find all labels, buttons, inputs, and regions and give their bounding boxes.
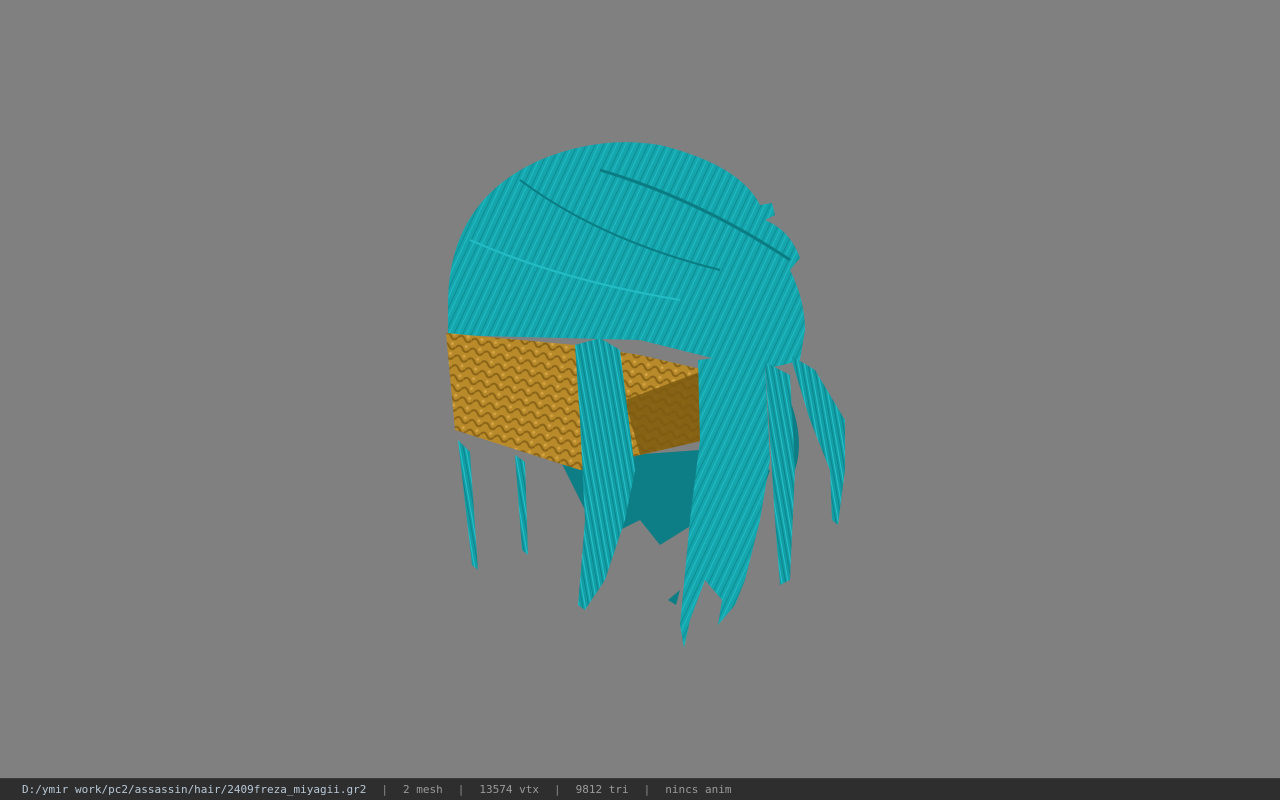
mesh-count-label: 2 mesh (403, 782, 443, 796)
vertex-count-label: 13574 vtx (479, 782, 539, 796)
status-separator: | (643, 782, 651, 796)
headband (446, 333, 705, 470)
status-bar: D:/ymir work/pc2/assassin/hair/2409freza… (0, 778, 1280, 800)
status-separator: | (457, 782, 465, 796)
file-path-label: D:/ymir work/pc2/assassin/hair/2409freza… (22, 782, 367, 796)
3d-viewport[interactable] (0, 0, 1280, 778)
status-separator: | (381, 782, 388, 796)
status-separator: | (553, 782, 561, 796)
animation-status-label: nincs anim (665, 782, 732, 796)
hair-dome (448, 142, 805, 368)
triangle-count-label: 9812 tri (575, 782, 629, 796)
hair-model-render[interactable] (0, 0, 1280, 778)
